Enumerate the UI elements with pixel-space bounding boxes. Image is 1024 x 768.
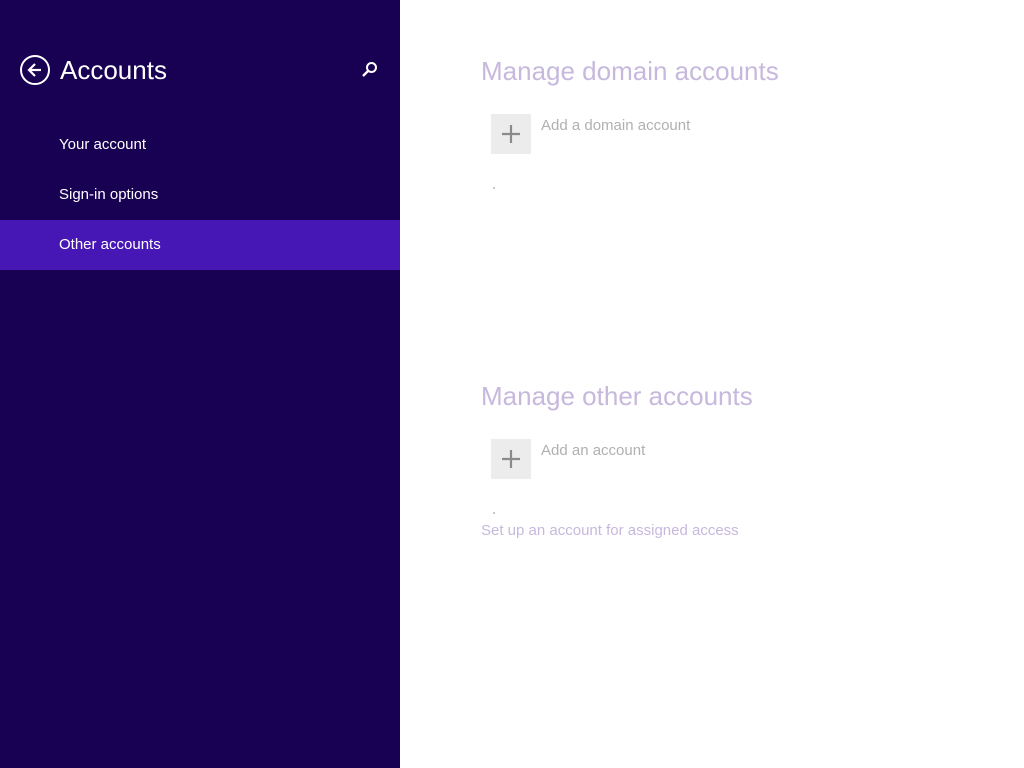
search-button[interactable] [360,60,380,80]
sidebar-nav: Your account Sign-in options Other accou… [0,120,400,270]
placeholder-dot [493,512,495,514]
domain-accounts-heading: Manage domain accounts [481,56,779,86]
add-account-button[interactable] [491,439,531,479]
sidebar: Accounts Your account Sign-in options Ot… [0,0,400,768]
add-account-label[interactable]: Add an account [541,442,645,459]
other-accounts-heading: Manage other accounts [481,381,753,411]
plus-icon [502,125,520,143]
sidebar-header: Accounts [20,52,380,92]
back-arrow-circle-icon [27,63,41,77]
plus-icon [502,450,520,468]
assigned-access-link[interactable]: Set up an account for assigned access [481,522,739,539]
add-domain-account-label[interactable]: Add a domain account [541,117,690,134]
search-icon [362,62,377,77]
settings-window: Accounts Your account Sign-in options Ot… [0,0,1024,768]
add-domain-account-button[interactable] [491,114,531,154]
sidebar-item-other-accounts[interactable]: Other accounts [0,220,400,270]
sidebar-item-your-account[interactable]: Your account [0,120,400,170]
back-button[interactable] [20,55,50,85]
page-title: Accounts [60,55,167,85]
main-content: Manage domain accounts Add a domain acco… [400,0,1024,768]
placeholder-dot [493,187,495,189]
sidebar-item-sign-in-options[interactable]: Sign-in options [0,170,400,220]
